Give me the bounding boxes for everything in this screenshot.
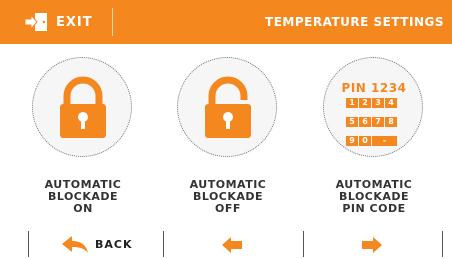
keypad-key: 3 xyxy=(372,98,384,108)
option-circle xyxy=(32,57,132,157)
footer-divider xyxy=(442,231,443,257)
keypad-key: 5 xyxy=(346,117,358,127)
top-bar-divider xyxy=(112,8,113,36)
arrow-right-icon xyxy=(362,237,382,257)
exit-door-icon xyxy=(24,12,48,36)
keypad-key: 2 xyxy=(359,98,371,108)
option-blockade-off[interactable]: AUTOMATIC BLOCKADE OFF xyxy=(170,57,286,222)
keypad-key: 0 xyxy=(359,136,371,146)
option-label: AUTOMATIC BLOCKADE PIN CODE xyxy=(335,178,413,215)
keypad-key: 8 xyxy=(385,117,397,127)
option-circle: PIN 1234 1234 5678 90- xyxy=(323,57,423,157)
previous-button[interactable] xyxy=(164,230,302,259)
option-label: AUTOMATIC BLOCKADE OFF xyxy=(189,178,267,215)
option-circle xyxy=(177,57,277,157)
keypad: 1234 5678 90- xyxy=(346,98,402,155)
pin-title: PIN 1234 xyxy=(341,81,407,95)
option-blockade-on[interactable]: AUTOMATIC BLOCKADE ON xyxy=(25,57,141,222)
keypad-key: 1 xyxy=(346,98,358,108)
option-blockade-pin-code[interactable]: PIN 1234 1234 5678 90- AUTOMATIC BLOCKAD… xyxy=(316,57,432,222)
keypad-key: 4 xyxy=(385,98,397,108)
keypad-key: 9 xyxy=(346,136,358,146)
padlock-closed-icon xyxy=(33,58,133,158)
top-bar: EXIT TEMPERATURE SETTINGS xyxy=(0,0,452,44)
back-label: BACK xyxy=(95,238,133,251)
back-arrow-icon xyxy=(60,235,90,259)
keypad-key: 6 xyxy=(359,117,371,127)
screen-title: TEMPERATURE SETTINGS xyxy=(265,15,444,29)
exit-button[interactable]: EXIT xyxy=(0,0,112,44)
next-button[interactable] xyxy=(304,230,442,259)
option-label: AUTOMATIC BLOCKADE ON xyxy=(44,178,122,215)
exit-label: EXIT xyxy=(56,15,93,30)
keypad-key: - xyxy=(372,136,397,146)
keypad-key: 7 xyxy=(372,117,384,127)
back-button[interactable]: BACK xyxy=(28,230,162,259)
padlock-open-icon xyxy=(178,58,278,158)
pin-keypad-icon: PIN 1234 1234 5678 90- xyxy=(324,58,424,158)
arrow-left-icon xyxy=(222,237,242,257)
